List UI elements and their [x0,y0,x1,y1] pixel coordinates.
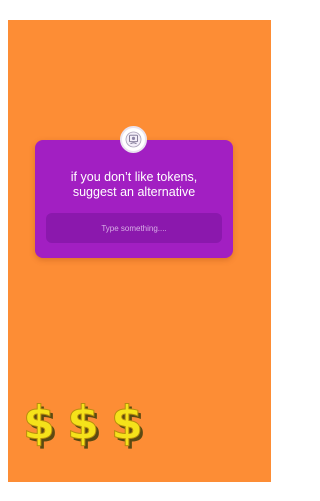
prompt-line-1: if you don’t like tokens, [70,170,198,184]
answer-input[interactable] [46,213,222,243]
story-canvas: if you don’t like tokens, suggest an alt… [8,20,271,482]
dollar-glyph-1: $ [24,396,55,450]
profile-avatar-icon [120,126,147,153]
question-sticker[interactable]: if you don’t like tokens, suggest an alt… [35,126,233,258]
gold-dollar-signs-icon: $ $ $ $ $ $ [24,396,146,450]
dollar-glyph-2: $ [67,396,99,450]
dollar-glyph-3: $ [111,396,143,450]
prompt-line-2: suggest an alternative [72,185,196,199]
question-prompt: if you don’t like tokens, suggest an alt… [35,170,233,200]
